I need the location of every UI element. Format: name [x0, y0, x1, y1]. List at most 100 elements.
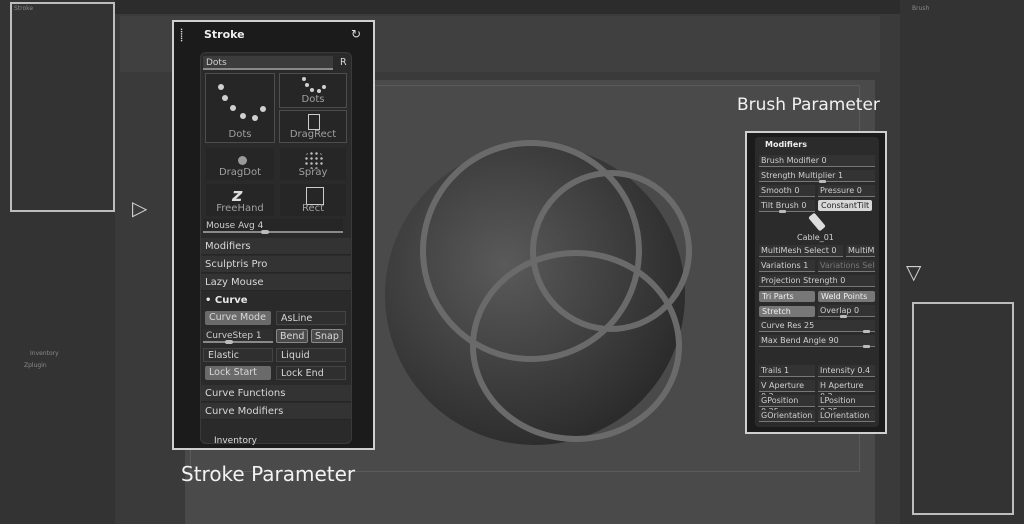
- stroke-palette-title: Stroke: [204, 28, 245, 41]
- slider-knob[interactable]: [863, 345, 870, 348]
- slider-track: [818, 421, 875, 422]
- refresh-icon[interactable]: ↻: [351, 27, 361, 41]
- mouse-avg-knob[interactable]: [261, 230, 269, 234]
- slider-track: [759, 391, 815, 392]
- stretch-button[interactable]: Stretch: [759, 306, 815, 317]
- snap-button[interactable]: Snap: [311, 329, 343, 343]
- subpalette-curve-functions[interactable]: Curve Functions: [201, 385, 351, 402]
- dots-slider[interactable]: Dots: [203, 56, 333, 70]
- slider-track: [759, 421, 815, 422]
- stroke-logo-icon: ⸽: [180, 28, 184, 42]
- max-bend-angle-slider[interactable]: Max Bend Angle 90: [759, 335, 875, 348]
- tri-parts-button[interactable]: Tri Parts: [759, 291, 815, 302]
- right-palette-title: Brush: [912, 5, 930, 12]
- lock-end-button[interactable]: Lock End: [276, 366, 346, 380]
- inventory-label[interactable]: Inventory: [214, 436, 257, 446]
- smooth-slider[interactable]: Smooth 0: [759, 185, 815, 197]
- slider-knob[interactable]: [863, 330, 870, 333]
- curvestep-label: CurveStep 1: [206, 331, 262, 341]
- trails-label: Trails 1: [761, 366, 790, 375]
- stroke-type-dots-large[interactable]: Dots: [205, 73, 275, 143]
- stroke-palette: ⸽ Stroke ↻ Dots R Dots Dots DragRect Dra…: [172, 20, 375, 450]
- multim-slider[interactable]: MultiM: [846, 245, 875, 257]
- curve-section-label: Curve: [214, 295, 248, 306]
- stroke-type-freehand[interactable]: z FreeHand: [205, 183, 275, 217]
- v-aperture-slider[interactable]: V Aperture 0.2: [759, 380, 815, 401]
- slider-track: [818, 406, 875, 407]
- slider-knob[interactable]: [840, 315, 847, 318]
- dots-slider-label: Dots: [206, 58, 227, 68]
- subpalette-modifiers[interactable]: Modifiers: [201, 238, 351, 255]
- slider-track: [759, 331, 875, 332]
- h-aperture-slider[interactable]: H Aperture 0.2: [818, 380, 875, 401]
- gposition-slider[interactable]: GPosition 0.25: [759, 395, 815, 416]
- mouse-avg-slider[interactable]: Mouse Avg 4: [203, 219, 343, 234]
- overlap-slider[interactable]: Overlap 0: [818, 305, 875, 318]
- intensity-label: Intensity 0.4: [820, 366, 871, 375]
- slider-track: [759, 181, 875, 182]
- stroke-type-spray[interactable]: Spray: [279, 147, 347, 181]
- stroke-type-label: Rect: [301, 203, 325, 214]
- variations-select-slider[interactable]: Variations Sele: [818, 260, 875, 272]
- dots-icon: [216, 82, 266, 127]
- slider-track: [759, 271, 815, 272]
- slider-track: [759, 211, 815, 212]
- curve-mode-button[interactable]: Curve Mode: [205, 311, 271, 325]
- slider-knob[interactable]: [779, 210, 786, 213]
- curve-section-title[interactable]: • Curve: [205, 295, 248, 306]
- pressure-slider[interactable]: Pressure 0: [818, 185, 875, 197]
- brush-modifiers-body: Modifiers Brush Modifier 0 Strength Mult…: [755, 137, 879, 427]
- strength-multiplier-slider[interactable]: Strength Multiplier 1: [759, 170, 875, 183]
- dragdot-icon: [238, 156, 247, 165]
- curvestep-knob[interactable]: [225, 340, 233, 344]
- strength-multiplier-label: Strength Multiplier 1: [761, 171, 844, 180]
- modifiers-title[interactable]: Modifiers: [765, 140, 807, 149]
- slider-track: [818, 391, 875, 392]
- brush-parameter-caption: Brush Parameter: [737, 95, 880, 115]
- stroke-type-label: DragRect: [289, 129, 337, 140]
- overlap-label: Overlap 0: [820, 306, 860, 315]
- stroke-palette-header: ⸽ Stroke ↻: [174, 22, 373, 48]
- slider-knob[interactable]: [819, 180, 826, 183]
- curve-res-label: Curve Res 25: [761, 321, 815, 330]
- top-menu-bar: [0, 0, 1024, 14]
- variations-select-label: Variations Sele: [820, 261, 875, 270]
- bend-button[interactable]: Bend: [276, 329, 309, 343]
- lposition-slider[interactable]: LPosition 0.25: [818, 395, 875, 416]
- subpalette-lazy-mouse[interactable]: Lazy Mouse: [201, 274, 351, 291]
- lorientation-slider[interactable]: LOrientation: [818, 410, 875, 422]
- projection-strength-slider[interactable]: Projection Strength 0: [759, 275, 875, 287]
- stroke-palette-body: Dots R Dots Dots DragRect DragDot Spray …: [200, 52, 352, 444]
- stroke-type-dots-small[interactable]: Dots: [279, 73, 347, 108]
- stroke-type-dragdot[interactable]: DragDot: [205, 147, 275, 181]
- liquid-button[interactable]: Liquid: [276, 348, 346, 362]
- pressure-label: Pressure 0: [820, 186, 862, 195]
- variations-label: Variations 1: [761, 261, 809, 270]
- trails-slider[interactable]: Trails 1: [759, 365, 815, 377]
- lock-start-button[interactable]: Lock Start: [205, 366, 271, 380]
- slider-track: [759, 406, 815, 407]
- lorientation-label: LOrientation: [820, 411, 870, 420]
- variations-slider[interactable]: Variations 1: [759, 260, 815, 272]
- elastic-button[interactable]: Elastic: [203, 348, 273, 362]
- weld-points-button[interactable]: Weld Points: [818, 291, 875, 302]
- dots-icon: [302, 77, 326, 95]
- stroke-type-dragrect[interactable]: DragRect: [279, 110, 347, 143]
- intensity-slider[interactable]: Intensity 0.4: [818, 365, 875, 377]
- curve-res-slider[interactable]: Curve Res 25: [759, 320, 875, 333]
- subpalette-curve-modifiers[interactable]: Curve Modifiers: [201, 403, 351, 420]
- asline-button[interactable]: AsLine: [276, 311, 346, 325]
- brush-modifier-slider[interactable]: Brush Modifier 0: [759, 155, 875, 167]
- constant-tilt-button[interactable]: ConstantTilt: [818, 200, 873, 211]
- dots-slider-key[interactable]: R: [336, 56, 348, 70]
- gorientation-label: GOrientation: [761, 411, 813, 420]
- stroke-type-rect[interactable]: Rect: [279, 183, 347, 217]
- gorientation-slider[interactable]: GOrientation: [759, 410, 815, 422]
- multimesh-select-slider[interactable]: MultiMesh Select 0: [759, 245, 843, 257]
- tilt-brush-slider[interactable]: Tilt Brush 0: [759, 200, 815, 213]
- left-tray-highlight: [10, 2, 115, 212]
- subpalette-sculptris-pro[interactable]: Sculptris Pro: [201, 256, 351, 273]
- curvestep-slider[interactable]: CurveStep 1: [203, 329, 273, 344]
- slider-track: [818, 271, 875, 272]
- cable-thumbnail-icon[interactable]: [808, 212, 826, 232]
